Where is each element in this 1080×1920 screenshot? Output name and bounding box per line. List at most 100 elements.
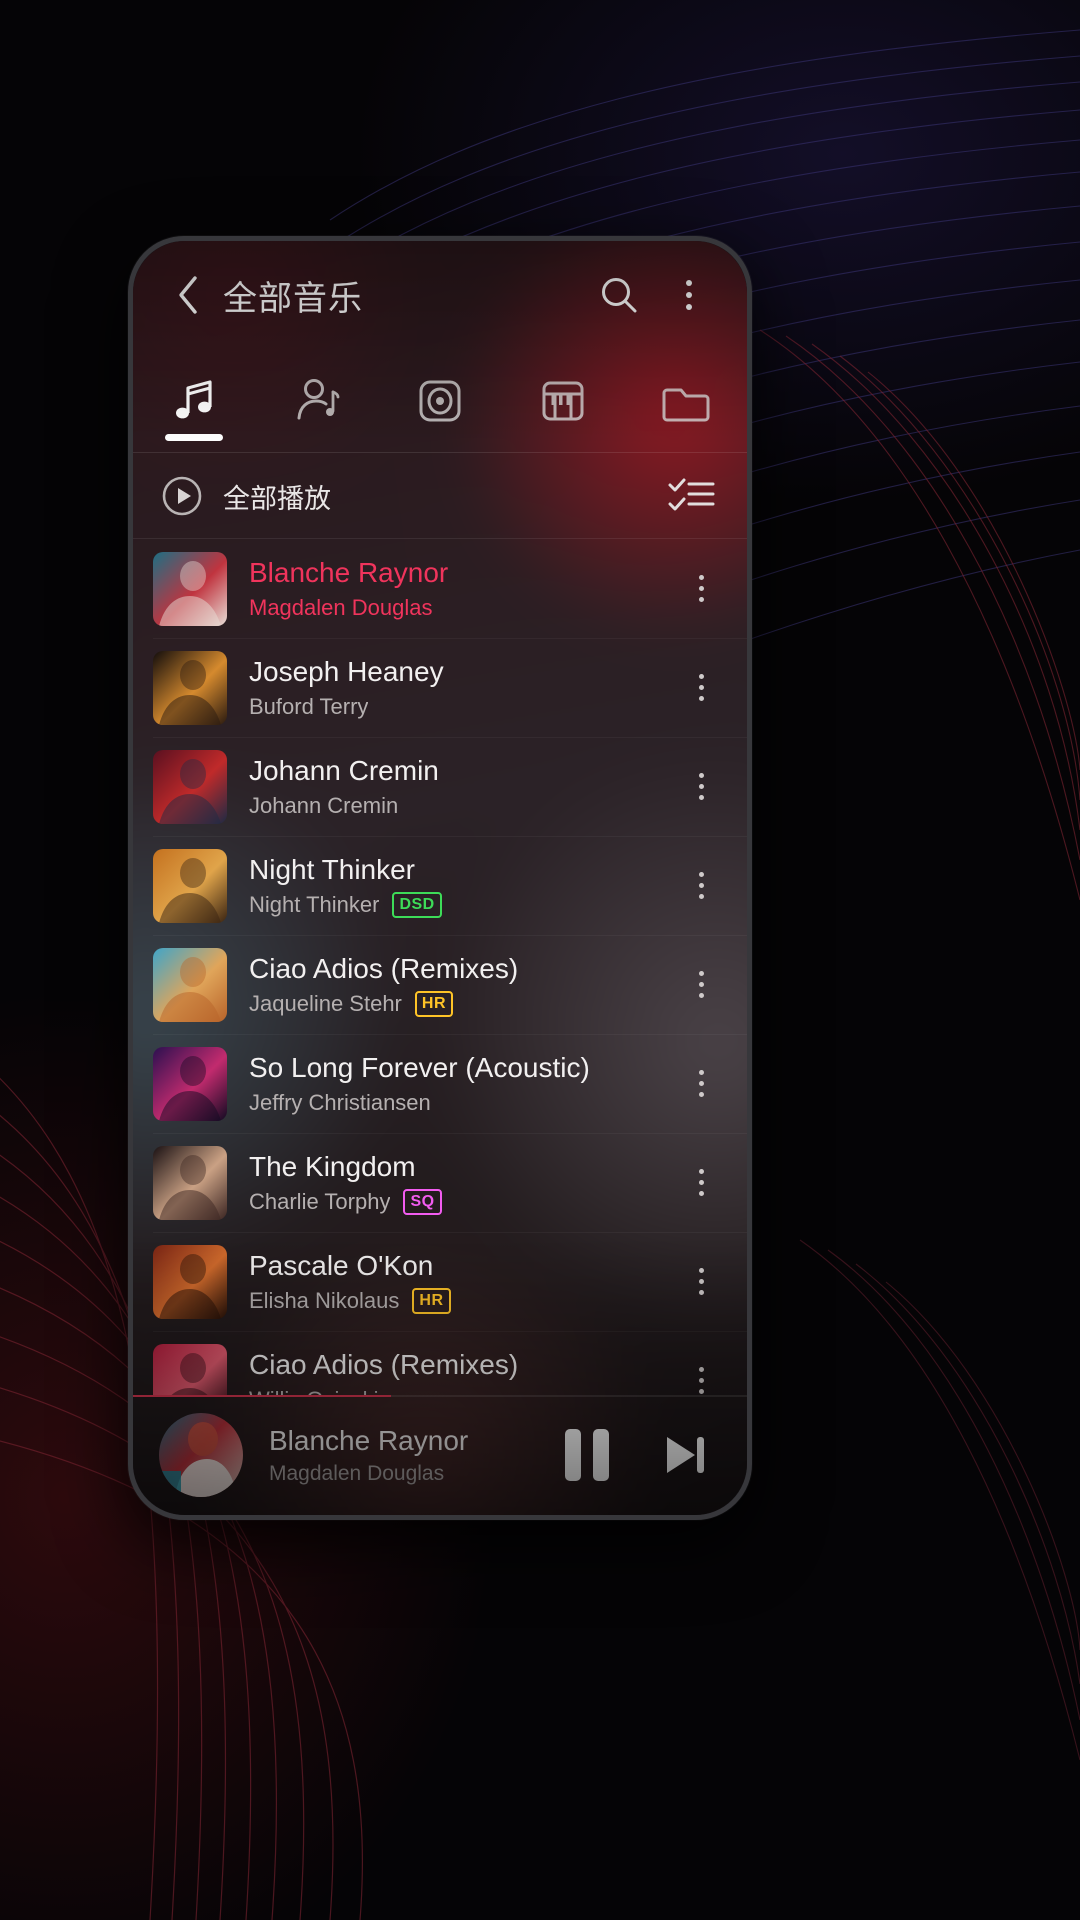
song-meta: Ciao Adios (Remixes) Willis Osinski [249, 1348, 677, 1395]
song-meta: Blanche Raynor Magdalen Douglas [249, 556, 677, 622]
song-meta: Ciao Adios (Remixes) Jaqueline Stehr HR [249, 952, 677, 1018]
pause-button[interactable] [555, 1423, 619, 1487]
now-playing-title: Blanche Raynor [269, 1424, 469, 1456]
page-title: 全部音乐 [223, 279, 363, 318]
song-list-item[interactable]: Pascale O'Kon Elisha Nikolaus HR [133, 1232, 747, 1331]
song-meta: Joseph Heaney Buford Terry [249, 655, 677, 721]
song-list-item[interactable]: Ciao Adios (Remixes) Jaqueline Stehr HR [133, 935, 747, 1034]
song-overflow-button[interactable] [677, 1252, 725, 1312]
song-list-item[interactable]: Joseph Heaney Buford Terry [133, 638, 747, 737]
play-all-button[interactable]: 全部播放 [161, 475, 331, 517]
song-title: Joseph Heaney [249, 655, 444, 687]
checklist-icon [668, 478, 715, 511]
song-overflow-button[interactable] [677, 559, 725, 619]
quality-badge: DSD [392, 892, 442, 919]
song-title: Ciao Adios (Remixes) [249, 1348, 519, 1380]
song-subline: Jaqueline Stehr HR [249, 991, 677, 1018]
quality-badge: HR [412, 1288, 451, 1315]
mini-player[interactable]: Blanche Raynor Magdalen Douglas [133, 1395, 747, 1515]
song-subline: Night Thinker DSD [249, 892, 677, 919]
next-track-icon [667, 1437, 704, 1473]
song-meta: Pascale O'Kon Elisha Nikolaus HR [249, 1249, 677, 1315]
overflow-menu-button[interactable] [661, 267, 717, 323]
sidebar-item-genres[interactable] [501, 349, 624, 453]
song-title: Pascale O'Kon [249, 1249, 434, 1281]
song-list[interactable]: Blanche Raynor Magdalen Douglas Joseph Hea… [133, 539, 747, 1395]
sidebar-item-songs[interactable] [133, 349, 256, 453]
song-subline: Charlie Torphy SQ [249, 1189, 677, 1216]
song-overflow-button[interactable] [677, 658, 725, 718]
kebab-menu-icon [698, 1070, 704, 1097]
quality-badge: HR [414, 991, 453, 1018]
app-header: 全部音乐 [133, 241, 747, 349]
song-subline: Johann Cremin [249, 793, 677, 819]
song-list-item[interactable]: Ciao Adios (Remixes) Willis Osinski [133, 1331, 747, 1395]
pause-icon [565, 1429, 609, 1481]
song-artist: Charlie Torphy [249, 1189, 391, 1215]
song-meta: The Kingdom Charlie Torphy SQ [249, 1150, 677, 1216]
album-artwork [153, 1343, 227, 1395]
multiselect-button[interactable] [663, 468, 719, 524]
artist-icon [297, 379, 340, 420]
now-playing-meta: Blanche Raynor Magdalen Douglas [269, 1425, 555, 1486]
song-meta: So Long Forever (Acoustic) Jeffry Christi… [249, 1051, 677, 1117]
sidebar-item-albums[interactable] [379, 349, 502, 453]
playback-progress-bar [133, 1395, 747, 1397]
song-title: Night Thinker [249, 853, 416, 885]
next-track-button[interactable] [653, 1423, 717, 1487]
quality-badge: SQ [403, 1189, 442, 1216]
song-overflow-button[interactable] [677, 856, 725, 916]
artwork-a5 [153, 947, 227, 1022]
play-circle-icon [162, 476, 202, 516]
song-title: Blanche Raynor [249, 556, 449, 588]
album-artwork [153, 551, 227, 626]
song-artist: Elisha Nikolaus [249, 1288, 400, 1314]
active-tab-indicator [165, 434, 224, 441]
phone-screen: 全部音乐 全部播放 Blanche Raynor Magdalen Dougla… [133, 241, 747, 1515]
song-list-item[interactable]: Johann Cremin Johann Cremin [133, 737, 747, 836]
song-title: The Kingdom [249, 1150, 416, 1182]
album-artwork [153, 650, 227, 725]
kebab-menu-icon [698, 1169, 704, 1196]
artwork-a1 [153, 551, 227, 626]
kebab-menu-icon [698, 575, 704, 602]
song-title: Johann Cremin [249, 754, 439, 786]
song-list-item[interactable]: Night Thinker Night Thinker DSD [133, 836, 747, 935]
song-overflow-button[interactable] [677, 1153, 725, 1213]
song-list-item[interactable]: So Long Forever (Acoustic) Jeffry Christi… [133, 1034, 747, 1133]
artwork-a2 [153, 650, 227, 725]
album-artwork [153, 1244, 227, 1319]
song-overflow-button[interactable] [677, 757, 725, 817]
song-list-item[interactable]: The Kingdom Charlie Torphy SQ [133, 1133, 747, 1232]
folder-icon [662, 388, 710, 422]
phone-frame: 全部音乐 全部播放 Blanche Raynor Magdalen Dougla… [128, 236, 752, 1520]
artwork-a3 [153, 749, 227, 824]
song-overflow-button[interactable] [677, 955, 725, 1015]
album-artwork [153, 947, 227, 1022]
now-playing-artwork [159, 1413, 243, 1497]
song-artist: Night Thinker [249, 892, 380, 918]
song-overflow-button[interactable] [677, 1054, 725, 1114]
sidebar-item-folders[interactable] [624, 349, 747, 453]
artwork-a8 [153, 1244, 227, 1319]
library-tab-bar [133, 349, 747, 453]
playback-controls [555, 1423, 717, 1487]
play-all-row: 全部播放 [133, 453, 747, 539]
kebab-menu-icon [698, 674, 704, 701]
song-overflow-button[interactable] [677, 1351, 725, 1396]
play-all-label: 全部播放 [223, 483, 331, 514]
song-artist: Johann Cremin [249, 793, 399, 819]
search-button[interactable] [591, 267, 647, 323]
song-artist: Jaqueline Stehr [249, 991, 402, 1017]
sidebar-item-artists[interactable] [256, 349, 379, 453]
music-note-icon [176, 380, 212, 419]
artwork-a6 [153, 1046, 227, 1121]
song-subline: Willis Osinski [249, 1387, 677, 1395]
song-list-item[interactable]: Blanche Raynor Magdalen Douglas [133, 539, 747, 638]
album-artwork [153, 749, 227, 824]
kebab-menu-icon [698, 872, 704, 899]
back-button[interactable] [163, 270, 213, 320]
album-artwork [153, 1145, 227, 1220]
song-subline: Buford Terry [249, 694, 677, 720]
song-subline: Jeffry Christiansen [249, 1090, 677, 1116]
